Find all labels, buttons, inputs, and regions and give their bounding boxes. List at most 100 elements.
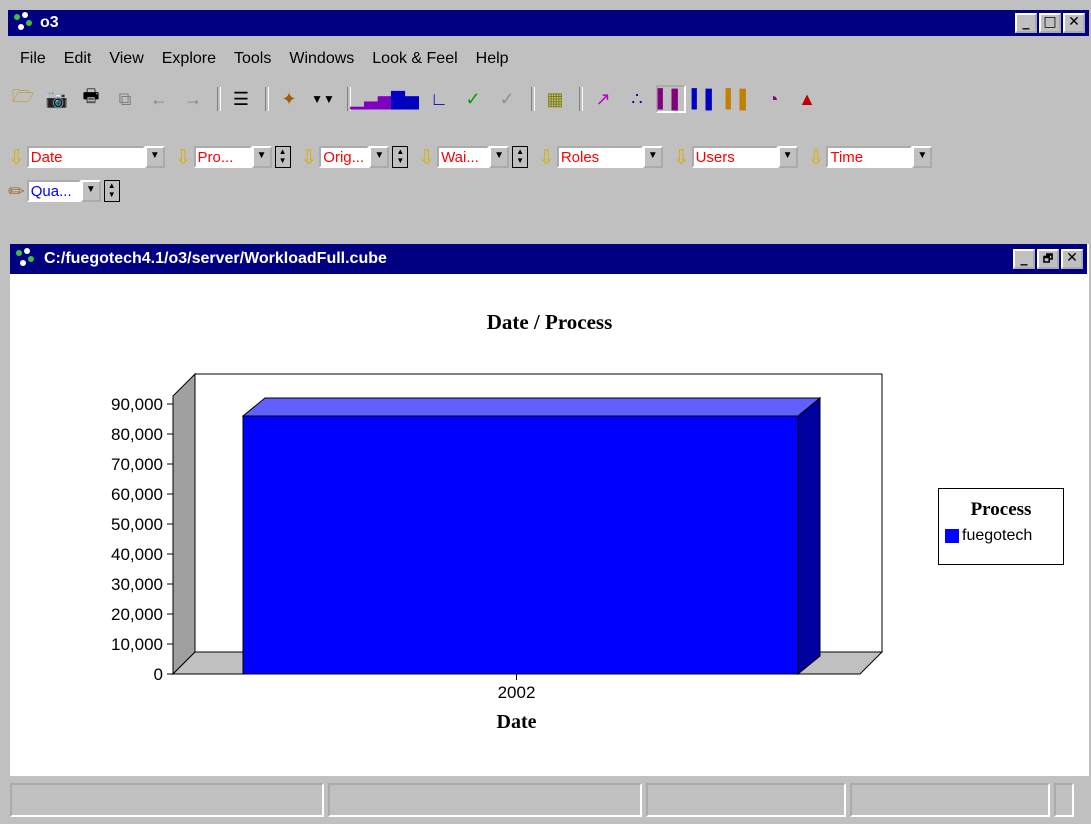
dropdown-arrow-icon[interactable]: ▼ bbox=[251, 146, 272, 168]
minimize-button[interactable]: _ bbox=[1015, 13, 1037, 33]
copy-icon[interactable]: ⧉ bbox=[110, 85, 140, 113]
menu-look-and-feel[interactable]: Look & Feel bbox=[372, 50, 457, 68]
check-gray-icon[interactable]: ✓ bbox=[492, 85, 522, 113]
table-icon[interactable]: ▦ bbox=[540, 85, 570, 113]
y-tick-label: 40,000 bbox=[111, 545, 163, 564]
status-cell bbox=[646, 783, 846, 817]
pyramid-icon[interactable]: ▲ bbox=[792, 85, 822, 113]
chart-area: Date / Process 0 10,000 20,000 30,000 40,000… bbox=[10, 274, 1089, 774]
spinner-icon[interactable]: ▲ ▼ bbox=[512, 146, 529, 168]
maximize-button[interactable]: □ bbox=[1039, 13, 1061, 33]
drill-icon[interactable]: ✦ bbox=[274, 85, 304, 113]
bar-chart: 0 10,000 20,000 30,000 40,000 50,000 60,000 70,… bbox=[111, 372, 884, 733]
y-tick-label: 60,000 bbox=[111, 485, 163, 504]
drill-down-arrow-icon[interactable]: ⇩ bbox=[673, 145, 690, 170]
rows-icon[interactable]: ▼▼ bbox=[308, 85, 338, 113]
cube-window: C:/fuegotech4.1/o3/server/WorkloadFull.c… bbox=[10, 244, 1089, 824]
dropdown-arrow-icon[interactable]: ▼ bbox=[489, 146, 510, 168]
check-green-icon[interactable]: ✓ bbox=[458, 85, 488, 113]
menu-bar: File Edit View Explore Tools Windows Loo… bbox=[8, 46, 1089, 72]
legend-label: fuegotech bbox=[962, 527, 1033, 544]
legend-swatch bbox=[945, 529, 959, 543]
dimension-origin: ⇩ Orig... ▼ ▲ ▼ bbox=[301, 145, 409, 170]
open-icon[interactable]: 🗁 bbox=[8, 85, 38, 113]
menu-view[interactable]: View bbox=[109, 50, 143, 68]
drill-down-arrow-icon[interactable]: ⇩ bbox=[8, 145, 25, 170]
dropdown-arrow-icon[interactable]: ▼ bbox=[369, 146, 390, 168]
forward-arrow-icon[interactable]: → bbox=[178, 85, 208, 113]
dimension-select-users[interactable]: Users bbox=[691, 146, 778, 168]
dropdown-arrow-icon[interactable]: ▼ bbox=[912, 146, 933, 168]
toolbar-separator bbox=[265, 87, 269, 111]
legend-title: Process bbox=[970, 499, 1032, 520]
menu-edit[interactable]: Edit bbox=[64, 50, 92, 68]
print-icon[interactable]: 🖶 bbox=[76, 85, 106, 113]
chart-side-wall bbox=[172, 372, 196, 676]
dropdown-arrow-icon[interactable]: ▼ bbox=[777, 146, 798, 168]
drill-down-arrow-icon[interactable]: ⇩ bbox=[175, 145, 192, 170]
toolbar-separator bbox=[579, 87, 583, 111]
measure-select-quantity[interactable]: Qua... bbox=[26, 180, 81, 202]
chart-legend: Process fuegotech bbox=[938, 488, 1064, 565]
toolbar: 🗁 📷 🖶 ⧉ ← → ☰ ✦ ▼▼ ▁▃▅ ▇▅ ∟ ✓ ✓ ▦ ↗ ∴ ▍▌… bbox=[8, 82, 1089, 116]
dimension-roles: ⇩ Roles ▼ bbox=[538, 145, 663, 170]
cube-window-icon bbox=[16, 248, 38, 270]
bar-chart-icon[interactable]: ▁▃▅ bbox=[350, 85, 392, 113]
line-chart-icon[interactable]: ↗ bbox=[588, 85, 618, 113]
app-icon bbox=[14, 12, 36, 34]
spinner-icon[interactable]: ▲ ▼ bbox=[392, 146, 409, 168]
menu-explore[interactable]: Explore bbox=[162, 50, 216, 68]
menu-windows[interactable]: Windows bbox=[289, 50, 354, 68]
child-restore-button[interactable]: 🗗 bbox=[1037, 249, 1059, 269]
spinner-icon[interactable]: ▲ ▼ bbox=[103, 180, 120, 202]
cube-window-title: C:/fuegotech4.1/o3/server/WorkloadFull.c… bbox=[44, 250, 387, 267]
drill-down-arrow-icon[interactable]: ⇩ bbox=[808, 145, 825, 170]
y-tick-label: 80,000 bbox=[111, 425, 163, 444]
status-cell bbox=[850, 783, 1050, 817]
dimension-select-process[interactable]: Pro... bbox=[193, 146, 252, 168]
bar-top bbox=[241, 397, 822, 417]
bar-front bbox=[242, 415, 799, 675]
menu-help[interactable]: Help bbox=[476, 50, 509, 68]
measure-quantity: ✏ Qua... ▼ ▲ ▼ bbox=[8, 179, 120, 204]
back-arrow-icon[interactable]: ← bbox=[144, 85, 174, 113]
menu-file[interactable]: File bbox=[20, 50, 46, 68]
drill-down-arrow-icon[interactable]: ⇩ bbox=[418, 145, 435, 170]
legend-item: fuegotech bbox=[945, 527, 1063, 545]
camera-icon[interactable]: 📷 bbox=[42, 85, 72, 113]
dropdown-arrow-icon[interactable]: ▼ bbox=[80, 180, 101, 202]
x-axis-label: Date bbox=[497, 711, 537, 733]
spinner-icon[interactable]: ▲ ▼ bbox=[274, 146, 291, 168]
window-title: o3 bbox=[40, 14, 59, 31]
drill-down-arrow-icon[interactable]: ⇩ bbox=[301, 145, 318, 170]
close-button[interactable]: ✕ bbox=[1063, 13, 1085, 33]
child-minimize-button[interactable]: _ bbox=[1013, 249, 1035, 269]
child-close-button[interactable]: ✕ bbox=[1061, 249, 1083, 269]
dimension-select-origin[interactable]: Orig... bbox=[319, 146, 370, 168]
dimension-select-time[interactable]: Time bbox=[826, 146, 913, 168]
drill-down-arrow-icon[interactable]: ⇩ bbox=[538, 145, 555, 170]
ruler-icon[interactable]: ✏ bbox=[8, 179, 25, 204]
column-chart-icon[interactable]: ▍▌ bbox=[724, 85, 754, 113]
dropdown-arrow-icon[interactable]: ▼ bbox=[642, 146, 663, 168]
app-title-bar: o3 _ □ ✕ bbox=[8, 10, 1089, 36]
dimension-bar: ⇩ Date ▼ ⇩ Pro... ▼ ▲ ▼ ⇩ Orig... ▼ ▲ ▼ ⇩ … bbox=[8, 140, 1089, 208]
dimension-users: ⇩ Users ▼ bbox=[673, 145, 798, 170]
pie-chart-icon[interactable]: ◔ bbox=[758, 85, 788, 113]
dimension-select-wait[interactable]: Wai... bbox=[437, 146, 490, 168]
stacked-bar-icon[interactable]: ▇▅ bbox=[390, 85, 420, 113]
bar-side bbox=[797, 396, 821, 676]
menu-tools[interactable]: Tools bbox=[234, 50, 271, 68]
scatter-chart-icon[interactable]: ∴ bbox=[622, 85, 652, 113]
tree-icon[interactable]: ☰ bbox=[226, 85, 256, 113]
dropdown-arrow-icon[interactable]: ▼ bbox=[144, 146, 165, 168]
y-tick-label: 30,000 bbox=[111, 575, 163, 594]
axis-icon[interactable]: ∟ bbox=[424, 85, 454, 113]
bar3d-chart-icon[interactable]: ▍▌ bbox=[656, 85, 686, 113]
y-tick-label: 50,000 bbox=[111, 515, 163, 534]
x-tick-label: 2002 bbox=[498, 683, 536, 702]
y-tick-label: 0 bbox=[154, 665, 163, 684]
bar3d-stacked-icon[interactable]: ▍▌ bbox=[690, 85, 720, 113]
dimension-select-date[interactable]: Date bbox=[26, 146, 145, 168]
dimension-select-roles[interactable]: Roles bbox=[556, 146, 643, 168]
